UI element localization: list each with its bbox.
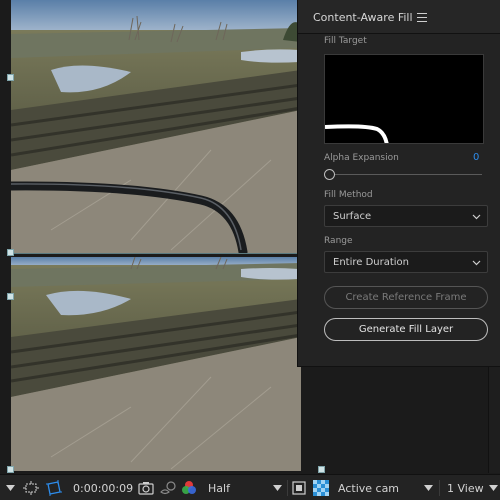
content-aware-fill-panel: Content-Aware Fill Fill Target Alpha Exp… <box>297 0 500 367</box>
create-reference-frame-button[interactable]: Create Reference Frame <box>324 286 488 309</box>
fill-method-select[interactable]: Surface <box>324 205 488 227</box>
magnification-dropdown-icon[interactable] <box>6 484 15 492</box>
menu-icon[interactable] <box>417 13 427 22</box>
landscape-image <box>11 257 301 471</box>
layer-handle[interactable] <box>318 466 325 473</box>
layer-handle[interactable] <box>7 293 14 300</box>
alpha-expansion-label: Alpha Expansion <box>324 153 399 163</box>
viewer-toolbar: 0:00:00:09 Half Active cam 1 View <box>0 474 500 500</box>
range-label: Range <box>324 236 353 246</box>
chevron-down-icon[interactable] <box>273 484 282 492</box>
view-layout-select[interactable]: 1 View <box>447 482 484 495</box>
transparency-grid-icon[interactable] <box>46 480 62 496</box>
active-camera-select[interactable]: Active cam <box>338 482 399 495</box>
alpha-expansion-slider-thumb[interactable] <box>324 169 335 180</box>
camera-snapshot-icon[interactable] <box>138 481 154 495</box>
region-of-interest-icon[interactable] <box>23 481 39 495</box>
fast-previews-icon[interactable] <box>292 481 306 495</box>
chevron-down-icon <box>472 214 481 220</box>
panel-title: Content-Aware Fill <box>313 11 413 24</box>
toolbar-divider <box>439 480 440 496</box>
layer-handle[interactable] <box>7 466 14 473</box>
landscape-image <box>11 0 301 253</box>
chevron-down-icon[interactable] <box>489 484 498 492</box>
color-channels-icon[interactable] <box>181 480 197 496</box>
fill-method-value: Surface <box>333 211 372 222</box>
chevron-down-icon <box>472 260 481 266</box>
toggle-transparency-icon[interactable] <box>313 480 329 496</box>
layer-handle[interactable] <box>7 249 14 256</box>
alpha-expansion-value[interactable]: 0 <box>473 152 479 163</box>
fill-target-preview <box>324 54 484 144</box>
toolbar-divider <box>287 480 288 496</box>
show-snapshot-icon[interactable] <box>160 480 178 496</box>
source-frame <box>11 0 301 253</box>
range-value: Entire Duration <box>333 257 410 268</box>
fill-target-mask <box>325 124 389 143</box>
resolution-select[interactable]: Half <box>208 482 230 495</box>
after-effects-window: Content-Aware Fill Fill Target Alpha Exp… <box>0 0 500 500</box>
panel-header: Content-Aware Fill <box>298 0 500 34</box>
current-time-display[interactable]: 0:00:00:09 <box>73 482 133 495</box>
layer-bounds-line <box>11 253 301 254</box>
fill-target-label: Fill Target <box>324 36 367 46</box>
alpha-expansion-slider-track[interactable] <box>332 174 482 175</box>
layer-handle[interactable] <box>7 74 14 81</box>
fill-result-frame <box>11 257 301 471</box>
chevron-down-icon[interactable] <box>424 484 433 492</box>
fill-method-label: Fill Method <box>324 190 373 200</box>
range-select[interactable]: Entire Duration <box>324 251 488 273</box>
generate-fill-layer-button[interactable]: Generate Fill Layer <box>324 318 488 341</box>
